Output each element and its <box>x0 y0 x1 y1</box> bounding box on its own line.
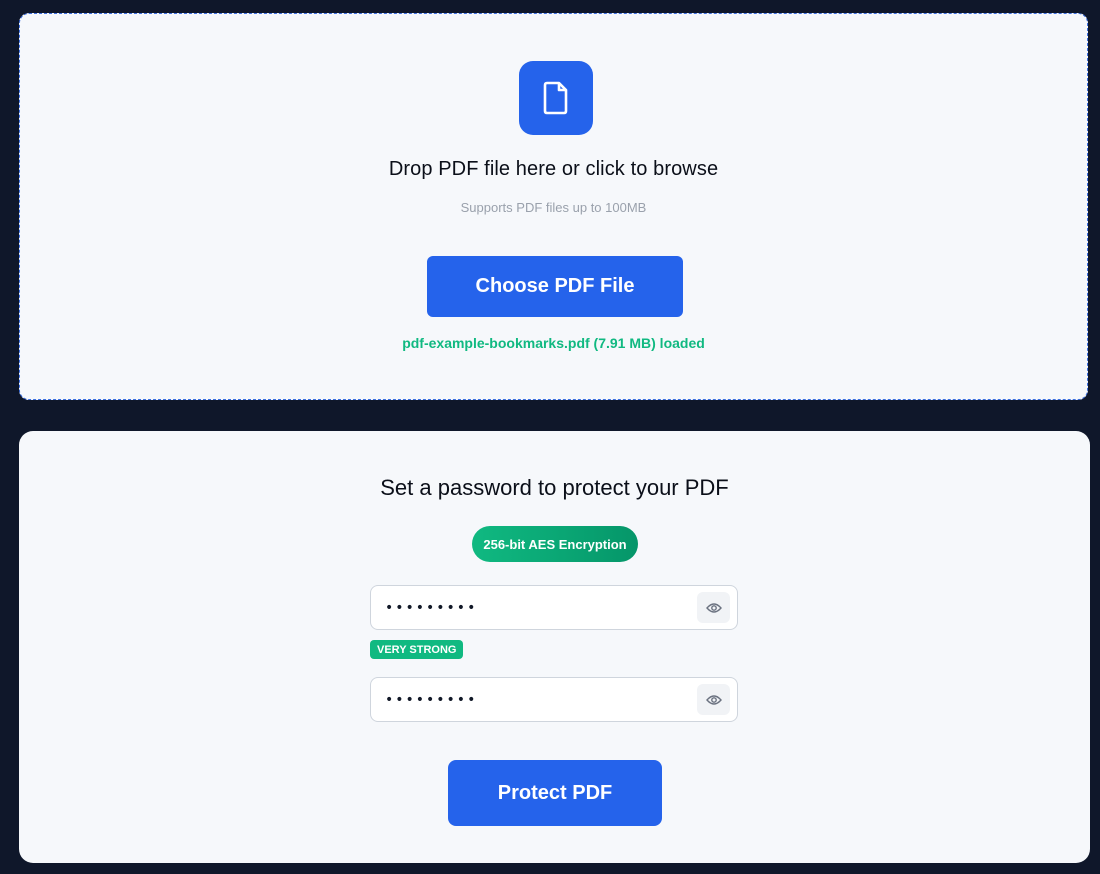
dropzone-hint: Supports PDF files up to 100MB <box>460 200 647 215</box>
file-icon <box>519 61 593 135</box>
password-field <box>370 585 738 630</box>
password-strength-badge: VERY STRONG <box>370 640 464 659</box>
protect-title: Set a password to protect your PDF <box>380 475 729 500</box>
password-input[interactable] <box>385 596 685 620</box>
choose-pdf-button[interactable]: Choose PDF File <box>427 256 683 317</box>
encryption-badge: 256-bit AES Encryption <box>472 526 638 562</box>
eye-icon <box>705 694 722 705</box>
show-password-toggle[interactable] <box>697 592 730 623</box>
protect-pdf-button[interactable]: Protect PDF <box>448 760 662 826</box>
show-confirm-password-toggle[interactable] <box>697 684 730 715</box>
protect-panel: Set a password to protect your PDF 256-b… <box>19 431 1090 863</box>
eye-icon <box>705 602 722 613</box>
confirm-password-input[interactable] <box>385 688 685 712</box>
pdf-dropzone[interactable]: Drop PDF file here or click to browse Su… <box>19 13 1088 400</box>
file-loaded-status: pdf-example-bookmarks.pdf (7.91 MB) load… <box>402 335 705 351</box>
confirm-password-field <box>370 677 738 722</box>
dropzone-title: Drop PDF file here or click to browse <box>388 158 719 180</box>
